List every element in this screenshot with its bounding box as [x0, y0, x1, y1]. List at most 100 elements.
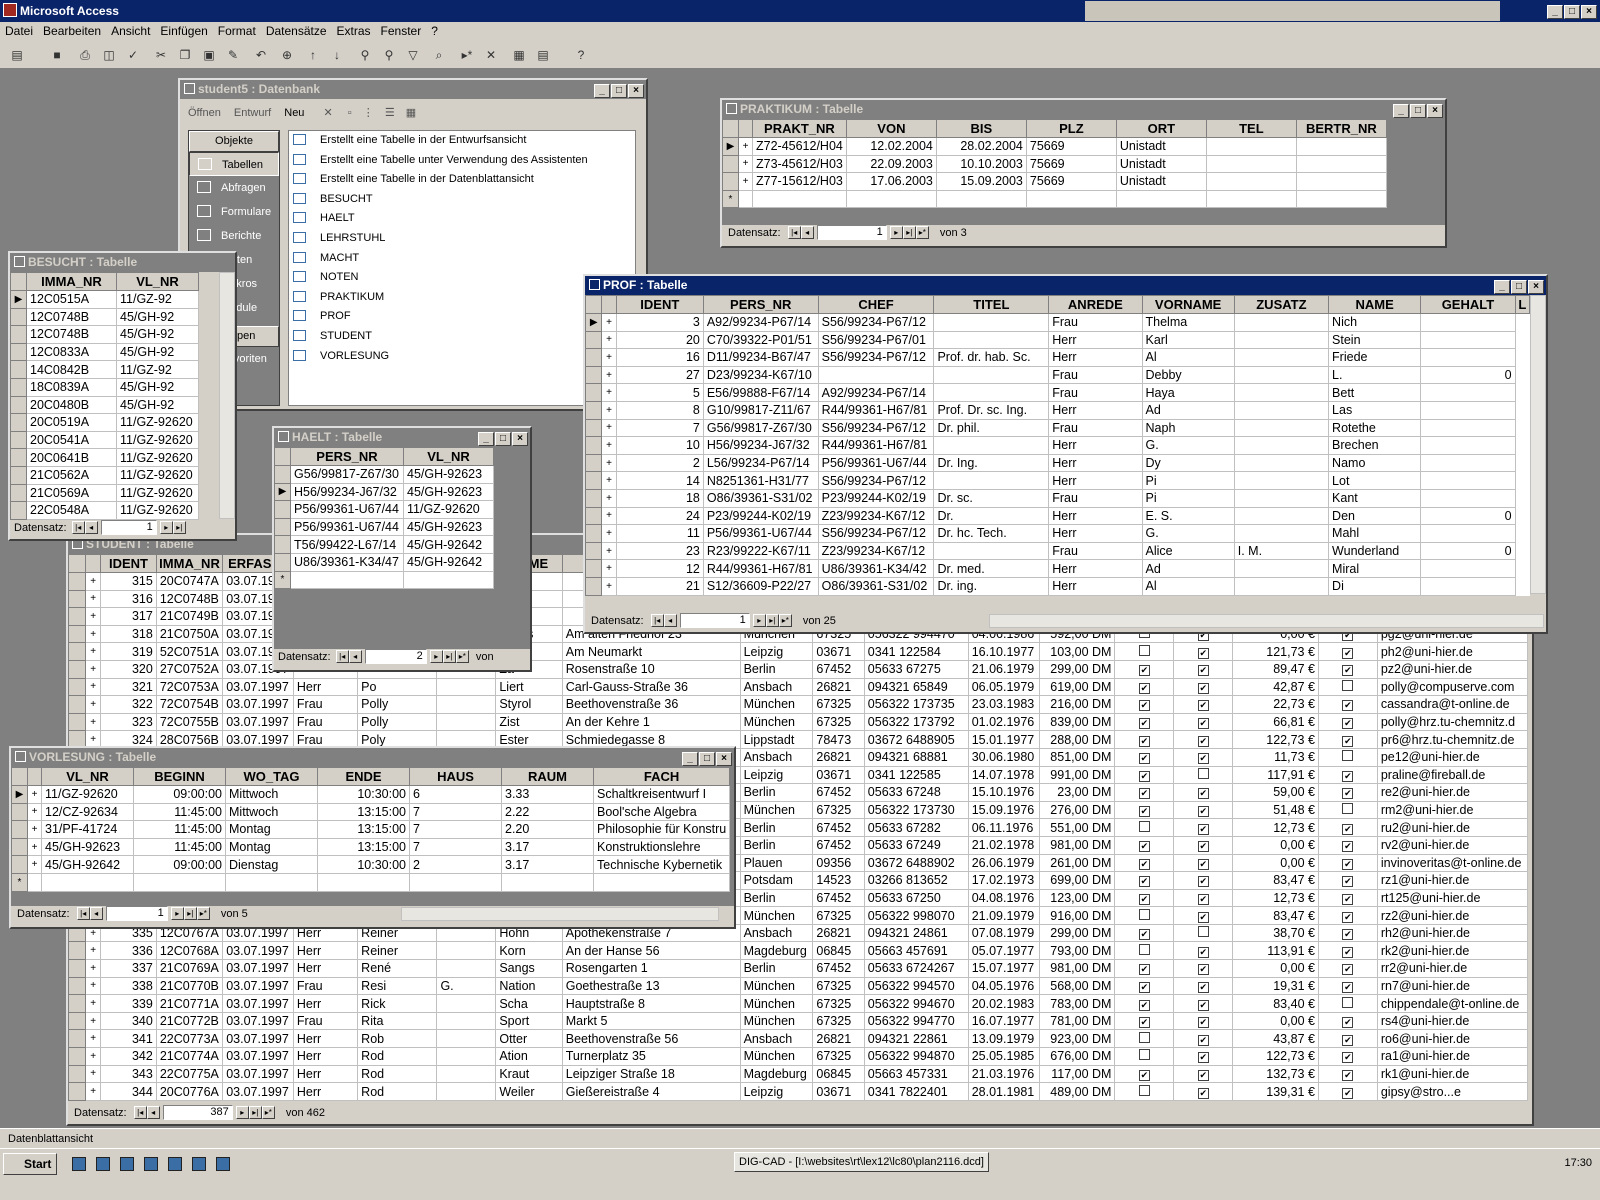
table-cell[interactable]: 216,00 DM [1039, 695, 1116, 714]
start-button[interactable]: Start [3, 1153, 57, 1175]
table-cell[interactable]: 11:45:00 [133, 837, 226, 857]
table-cell[interactable]: Herr [292, 1047, 359, 1066]
table-cell[interactable]: G56/99817-Z67/30 [290, 465, 404, 484]
row-selector[interactable] [11, 820, 28, 839]
checkbox[interactable] [1138, 1084, 1150, 1096]
table-cell[interactable]: 67452 [812, 659, 865, 679]
expand-toggle[interactable]: + [601, 365, 617, 385]
column-header[interactable]: PERS_NR [290, 447, 404, 466]
table-cell[interactable] [1420, 400, 1516, 420]
new-record-row[interactable]: * [11, 872, 731, 892]
table-cell[interactable]: 14523 [812, 871, 865, 890]
next-record-button[interactable]: ▸ [170, 907, 184, 920]
table-cell[interactable]: 25.05.1985 [967, 1047, 1041, 1066]
table-cell[interactable]: ✔ [1114, 959, 1175, 978]
row-selector[interactable] [11, 802, 28, 822]
table-cell[interactable] [1420, 330, 1516, 350]
expand-toggle[interactable]: + [738, 137, 753, 156]
table-cell[interactable]: 67325 [812, 994, 865, 1013]
row-selector[interactable] [10, 465, 27, 485]
table-cell[interactable]: 21.03.1976 [967, 1064, 1041, 1084]
expand-toggle[interactable]: + [601, 541, 617, 561]
haelt-datasheet[interactable]: PERS_NR VL_NR G56/99817-Z67/30 45/GH-92623 ▶… [274, 447, 494, 590]
quicklaunch-icon[interactable] [120, 1157, 134, 1171]
row-selector[interactable] [68, 659, 87, 679]
table-cell[interactable]: Berlin [739, 888, 814, 908]
table-cell[interactable]: München [739, 994, 814, 1013]
table-cell[interactable]: ✔ [1173, 959, 1234, 978]
table-cell[interactable]: 11/GZ-92 [116, 290, 199, 309]
expand-toggle[interactable]: + [85, 624, 102, 644]
table-cell[interactable]: P56/99361-U67/44 [290, 517, 404, 537]
row-selector[interactable] [585, 506, 603, 526]
prev-record-button[interactable]: ◂ [146, 1106, 160, 1119]
table-cell[interactable]: 551,00 DM [1039, 818, 1116, 837]
table-cell[interactable]: 7 [615, 418, 704, 438]
table-cell[interactable]: Montag [225, 837, 318, 857]
table-cell[interactable]: ✔ [1173, 941, 1234, 961]
table-cell[interactable]: 45/GH-92 [116, 377, 199, 397]
format-painter-icon[interactable]: ✎ [224, 46, 242, 64]
table-cell[interactable]: Di [1328, 576, 1422, 596]
table-cell[interactable]: 11 [615, 524, 704, 543]
table-cell[interactable]: ✔ [1114, 871, 1175, 890]
table-cell[interactable]: Weiler [495, 1082, 563, 1101]
table-cell[interactable] [436, 994, 497, 1013]
table-cell[interactable]: Z77-15612/H03 [752, 172, 847, 191]
design-button[interactable]: Entwurf [234, 107, 271, 119]
table-row[interactable]: T56/99422-L67/14 45/GH-92642 [274, 535, 494, 554]
table-row[interactable]: +321 72C0753A 03.07.1997 Herr Po Liert Carl-Ga… [68, 677, 1529, 697]
table-cell[interactable]: 09:00:00 [133, 855, 226, 874]
table-cell[interactable]: Ansbach [739, 923, 814, 943]
prev-record-button[interactable]: ◂ [800, 226, 814, 239]
checkbox[interactable]: ✔ [1138, 665, 1150, 677]
table-cell[interactable]: ✔ [1173, 853, 1234, 873]
table-cell[interactable]: Herr [1048, 330, 1143, 350]
table-cell[interactable] [1233, 488, 1330, 508]
save-icon[interactable]: ■ [48, 46, 66, 64]
table-cell[interactable]: 05633 67248 [863, 783, 969, 802]
column-header[interactable]: PERS_NR [702, 295, 819, 314]
table-cell[interactable]: Herr [1048, 471, 1143, 490]
table-cell[interactable]: N8251361-H31/77 [702, 471, 819, 490]
table-cell[interactable]: ✔ [1114, 1011, 1175, 1031]
row-selector[interactable] [585, 576, 603, 596]
table-cell[interactable]: rh2@uni-hier.de [1376, 923, 1529, 943]
menu-bearbeiten[interactable]: Bearbeiten [38, 22, 106, 40]
table-cell[interactable]: 12C0768A [155, 941, 224, 961]
table-cell[interactable]: 75669 [1025, 137, 1117, 156]
next-record-button[interactable]: ▸ [159, 521, 173, 534]
table-cell[interactable] [436, 959, 497, 978]
table-cell[interactable]: Z73-45612/H03 [752, 154, 847, 174]
table-cell[interactable]: rt125@uni-hier.de [1376, 888, 1529, 908]
table-cell[interactable]: 056322 994670 [863, 994, 969, 1013]
copy-icon[interactable]: ❐ [176, 46, 194, 64]
table-cell[interactable]: 67452 [812, 835, 865, 855]
expand-toggle[interactable]: + [601, 330, 617, 350]
table-cell[interactable]: ✔ [1114, 800, 1175, 820]
table-cell[interactable]: 18 [615, 488, 704, 508]
table-cell[interactable]: 0341 122585 [863, 765, 969, 785]
expand-toggle[interactable]: + [85, 994, 102, 1013]
table-cell[interactable] [1317, 747, 1378, 767]
table-cell[interactable]: Herr [292, 1029, 359, 1049]
table-cell[interactable] [1233, 506, 1330, 526]
table-cell[interactable] [1173, 923, 1234, 943]
checkbox[interactable]: ✔ [1138, 682, 1150, 694]
table-cell[interactable]: 05633 67275 [863, 659, 969, 679]
table-cell[interactable]: S56/99234-P67/01 [817, 330, 935, 350]
table-cell[interactable]: Herr [292, 1064, 359, 1084]
table-cell[interactable]: polly@hrz.tu-chemnitz.d [1376, 712, 1529, 732]
table-row[interactable]: +31/PF-41724 11:45:00 Montag 13:15:00 7 2.20 P… [11, 820, 731, 839]
next-record-button[interactable]: ▸ [429, 650, 443, 663]
table-cell[interactable]: Frau [292, 1011, 359, 1031]
table-cell[interactable]: Herr [1048, 576, 1143, 596]
table-cell[interactable]: Naph [1141, 418, 1235, 438]
table-cell[interactable]: Leipzig [739, 765, 814, 785]
table-cell[interactable]: 04.08.1976 [967, 888, 1041, 908]
table-cell[interactable]: 343 [100, 1064, 157, 1084]
table-cell[interactable]: Z23/99234-K67/12 [817, 541, 935, 561]
table-cell[interactable]: Al [1141, 576, 1235, 596]
row-selector[interactable] [68, 677, 87, 697]
table-cell[interactable]: 67452 [812, 959, 865, 978]
